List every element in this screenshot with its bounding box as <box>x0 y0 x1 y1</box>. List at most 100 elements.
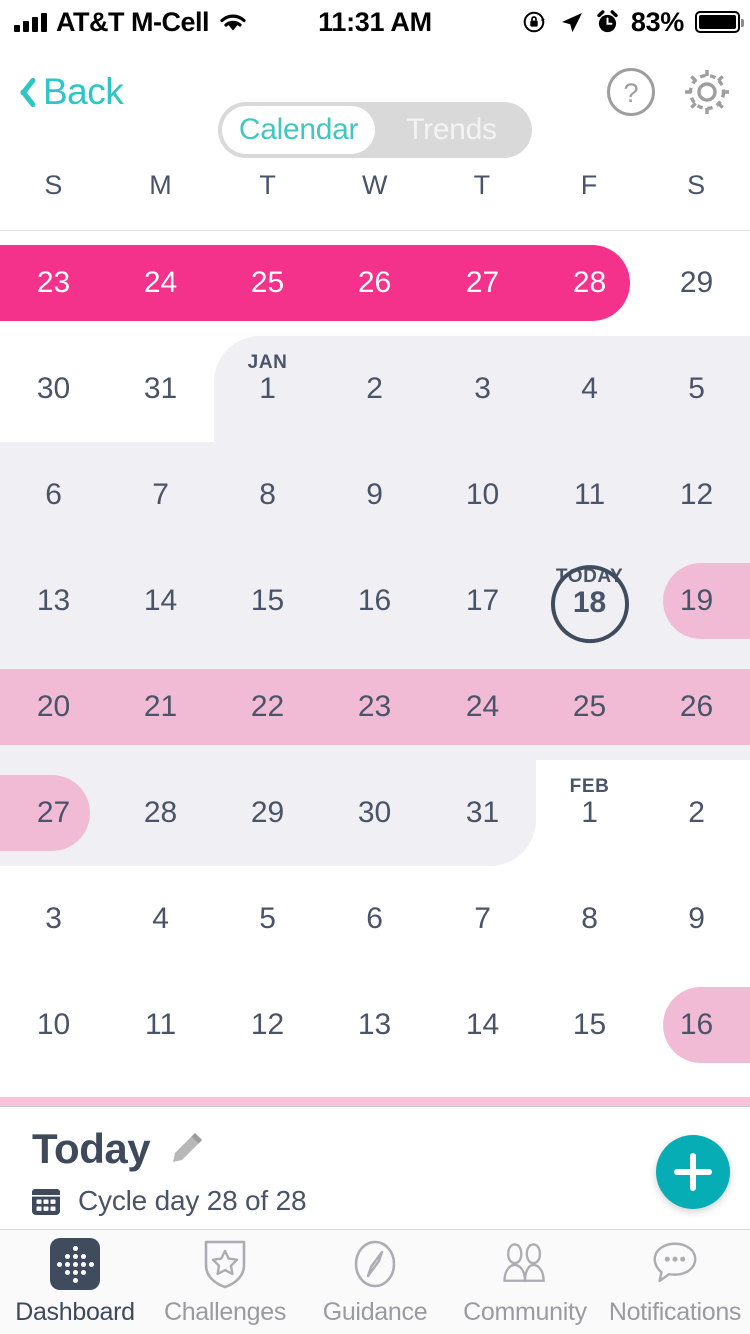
day-cell[interactable]: 6 <box>321 866 428 972</box>
month-label-feb: FEB <box>569 776 610 797</box>
day-cell[interactable]: 8 <box>536 866 643 972</box>
day-cell[interactable]: 4 <box>107 866 214 972</box>
weekday-1: M <box>149 169 173 200</box>
day-cell[interactable]: 15 <box>536 972 643 1078</box>
day-cell[interactable]: 23 <box>0 230 107 336</box>
day-cell[interactable]: 27 <box>429 230 536 336</box>
day-cell[interactable]: 26 <box>321 230 428 336</box>
weekday-header: S M T W T F S <box>0 140 750 230</box>
pencil-icon[interactable] <box>164 1127 208 1171</box>
day-cell[interactable]: 16 <box>321 548 428 654</box>
weekday-6: S <box>687 169 706 200</box>
day-cell[interactable]: 19 <box>643 548 750 654</box>
day-cell[interactable]: 31 <box>429 760 536 866</box>
day-cell[interactable]: 25 <box>536 654 643 760</box>
day-cell[interactable]: 10 <box>429 442 536 548</box>
day-cell[interactable]: 7 <box>107 442 214 548</box>
day-cell[interactable]: 14 <box>429 972 536 1078</box>
today-title-row[interactable]: Today <box>32 1125 208 1173</box>
day-cell-month-start[interactable]: FEB 1 <box>536 760 643 866</box>
day-cell[interactable]: 13 <box>321 972 428 1078</box>
tab-notifications[interactable]: Notifications <box>600 1230 750 1334</box>
tab-dashboard[interactable]: Dashboard <box>0 1230 150 1334</box>
cycle-day-label: Cycle day 28 of 28 <box>78 1185 307 1216</box>
day-cell[interactable]: 12 <box>643 442 750 548</box>
day-cell[interactable]: 31 <box>107 336 214 442</box>
day-cell[interactable]: 26 <box>643 654 750 760</box>
add-entry-button[interactable] <box>656 1135 730 1209</box>
day-cell[interactable]: 23 <box>321 654 428 760</box>
tab-guidance[interactable]: Guidance <box>300 1230 450 1334</box>
day-cell[interactable]: 4 <box>536 336 643 442</box>
day-cell[interactable]: 28 <box>107 760 214 866</box>
day-cell[interactable]: 2 <box>643 760 750 866</box>
people-icon <box>498 1237 552 1291</box>
period-legend-bar <box>0 1097 750 1106</box>
day-cell[interactable]: 30 <box>0 336 107 442</box>
day-cell[interactable]: 27 <box>0 760 107 866</box>
back-button-label: Back <box>43 71 124 112</box>
tab-notifications-label: Notifications <box>608 1298 742 1326</box>
day-cell[interactable]: 14 <box>107 548 214 654</box>
weekday-2: T <box>259 169 277 200</box>
day-cell[interactable]: 29 <box>643 230 750 336</box>
back-button[interactable]: Back <box>14 71 124 113</box>
day-cell[interactable]: 6 <box>0 442 107 548</box>
gear-icon <box>685 70 729 114</box>
tab-bar: Dashboard Challenges Guidance Community … <box>0 1229 750 1334</box>
day-cell[interactable]: 30 <box>321 760 428 866</box>
day-cell[interactable]: 10 <box>0 972 107 1078</box>
app-root: AT&T M-Cell 11:31 AM 83% Back Calendar T… <box>0 0 750 1334</box>
today-panel: Today Cycle day 28 of 28 <box>0 1107 750 1229</box>
dashboard-dots-icon <box>48 1237 102 1291</box>
calendar-day-cells: 23 24 25 26 27 28 29 30 31 JAN 1 2 3 4 5… <box>0 230 750 1097</box>
weekday-0: S <box>44 169 63 200</box>
day-cell[interactable]: 25 <box>214 230 321 336</box>
day-cell[interactable]: 11 <box>107 972 214 1078</box>
tab-guidance-label: Guidance <box>322 1298 428 1326</box>
day-cell[interactable]: 9 <box>643 866 750 972</box>
day-cell[interactable]: 24 <box>429 654 536 760</box>
day-cell[interactable]: 22 <box>214 654 321 760</box>
tab-community-label: Community <box>463 1298 587 1326</box>
alarm-clock-icon <box>597 10 618 33</box>
day-cell-today[interactable]: TODAY 18 <box>536 548 643 654</box>
day-cell[interactable]: 13 <box>0 548 107 654</box>
tab-challenges[interactable]: Challenges <box>150 1230 300 1334</box>
day-cell-month-start[interactable]: JAN 1 <box>214 336 321 442</box>
day-cell[interactable]: 17 <box>429 548 536 654</box>
day-cell[interactable]: 28 <box>536 230 643 336</box>
day-cell[interactable]: 5 <box>643 336 750 442</box>
question-mark-circle-icon: ? <box>607 68 655 116</box>
calendar-grid[interactable]: 23 24 25 26 27 28 29 30 31 JAN 1 2 3 4 5… <box>0 230 750 1097</box>
help-button[interactable]: ? <box>604 65 658 119</box>
day-cell[interactable]: 16 <box>643 972 750 1078</box>
day-cell[interactable]: 12 <box>214 972 321 1078</box>
day-cell[interactable]: 24 <box>107 230 214 336</box>
day-cell[interactable]: 8 <box>214 442 321 548</box>
day-cell[interactable]: 15 <box>214 548 321 654</box>
day-cell[interactable]: 7 <box>429 866 536 972</box>
weekday-3: W <box>362 169 388 200</box>
day-cell[interactable]: 11 <box>536 442 643 548</box>
day-cell[interactable]: 2 <box>321 336 428 442</box>
tab-community[interactable]: Community <box>450 1230 600 1334</box>
tab-challenges-label: Challenges <box>163 1298 287 1326</box>
month-label-jan: JAN <box>247 352 288 373</box>
cycle-day-row: Cycle day 28 of 28 <box>30 1185 307 1217</box>
day-cell[interactable]: 29 <box>214 760 321 866</box>
calendar-icon <box>32 1189 60 1215</box>
star-shield-icon <box>198 1237 252 1291</box>
day-cell[interactable]: 5 <box>214 866 321 972</box>
settings-button[interactable] <box>680 65 734 119</box>
day-cell[interactable]: 21 <box>107 654 214 760</box>
status-bar-right: 83% <box>522 0 744 44</box>
day-cell[interactable]: 20 <box>0 654 107 760</box>
battery-icon <box>695 11 744 33</box>
day-cell[interactable]: 9 <box>321 442 428 548</box>
status-bar: AT&T M-Cell 11:31 AM 83% <box>0 0 750 44</box>
day-cell[interactable]: 3 <box>0 866 107 972</box>
day-cell[interactable]: 3 <box>429 336 536 442</box>
rotation-lock-icon <box>523 11 545 33</box>
tab-dashboard-label: Dashboard <box>15 1298 135 1326</box>
